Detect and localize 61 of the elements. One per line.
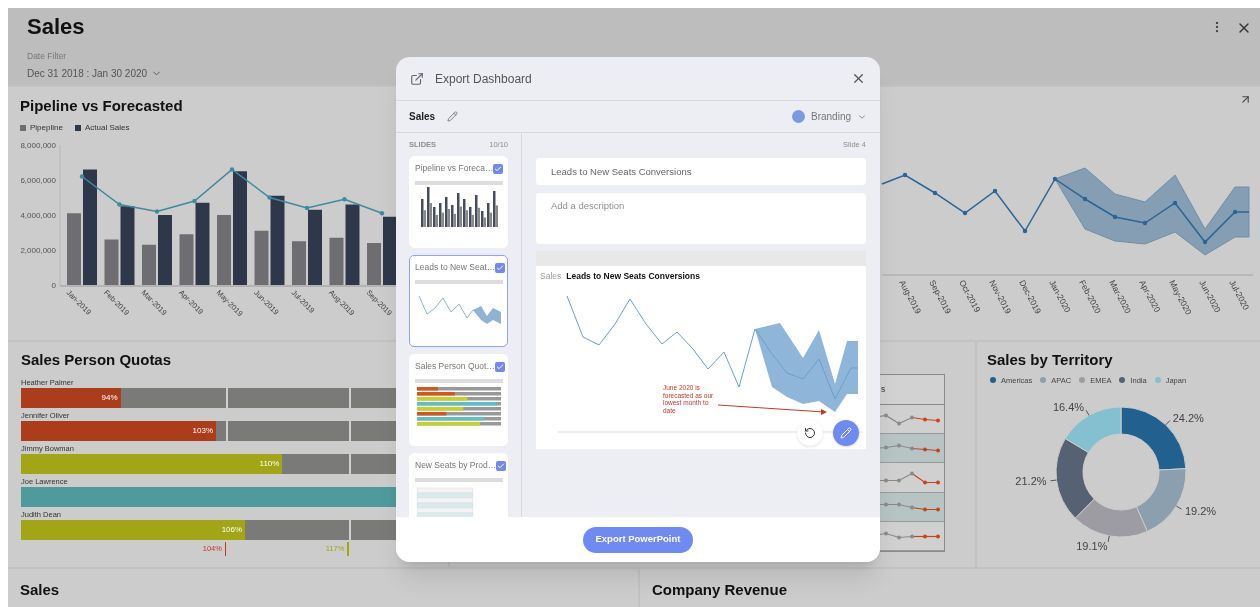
- filter-label: Date Filter: [27, 50, 68, 63]
- preview-dashboard-name: Sales: [540, 270, 562, 283]
- checkbox[interactable]: [494, 361, 505, 372]
- quota-value: 94%: [101, 391, 119, 404]
- quota-value: 103%: [192, 424, 215, 437]
- quota-value: 110%: [259, 457, 281, 470]
- data-label: 19.2%: [1184, 505, 1217, 517]
- slide-title: New Seats by Prod…: [415, 459, 497, 472]
- slide-title-field[interactable]: Leads to New Seats Conversions: [536, 158, 866, 186]
- slide-title: Sales Person Quot…: [415, 360, 495, 373]
- bar: [292, 240, 306, 285]
- edit-button[interactable]: [833, 420, 859, 447]
- legend-swatch: [20, 124, 26, 131]
- data-label: 16.4%: [1052, 400, 1085, 413]
- legend-label: Pipepline: [30, 121, 63, 134]
- legend-swatch: [74, 124, 81, 131]
- bar: [158, 214, 172, 285]
- axis-label: 4,000,000: [20, 210, 56, 220]
- slide-card[interactable]: New Seats by Prod…: [409, 453, 508, 517]
- data-label: 21.2%: [1015, 475, 1047, 487]
- dashboard-title: Sales: [27, 14, 86, 40]
- date-filter-dropdown[interactable]: Dec 31 2018 : Jan 30 2020: [27, 65, 163, 81]
- slide-title: Leads to New Seat…: [415, 261, 496, 274]
- checkbox[interactable]: [495, 262, 506, 273]
- reset-button[interactable]: [797, 420, 823, 447]
- bar: [142, 244, 156, 285]
- bar: [217, 214, 231, 285]
- axis-label: 2,000,000: [20, 245, 56, 255]
- data-label: 19.1%: [1076, 539, 1108, 552]
- legend-label: Actual Sales: [84, 121, 130, 134]
- quota-value: 106%: [221, 523, 244, 536]
- panel-title: Sales Person Quotas: [21, 350, 172, 370]
- axis-label: 0: [51, 280, 56, 290]
- bar: [367, 242, 381, 285]
- dashboard-name: Sales: [409, 110, 436, 124]
- branding-dropdown[interactable]: Branding: [791, 109, 867, 124]
- undo-icon: [804, 427, 816, 440]
- preview-title: Leads to New Seats Conversions: [566, 270, 700, 283]
- slide-card[interactable]: Pipeline vs Foreca…: [409, 156, 508, 249]
- panel-title: Company Revenue: [652, 580, 788, 600]
- column-header: s: [881, 383, 886, 396]
- pencil-icon: [840, 427, 852, 440]
- dialog-title: Export Dashboard: [435, 70, 532, 88]
- checkbox[interactable]: [493, 163, 504, 174]
- close-button[interactable]: [851, 71, 866, 86]
- panel-title: Sales: [20, 580, 60, 600]
- data-label: 24.2%: [1172, 411, 1204, 424]
- description-field[interactable]: Add a description: [536, 193, 866, 245]
- checkbox[interactable]: [496, 460, 507, 471]
- close-icon: [851, 71, 866, 86]
- panel-title: Sales by Territory: [987, 350, 1113, 370]
- edit-icon[interactable]: [447, 111, 459, 122]
- export-button[interactable]: Export PowerPoint: [583, 526, 693, 553]
- slide-title: Pipeline vs Foreca…: [415, 162, 494, 175]
- slide-card[interactable]: Leads to New Seat…: [409, 255, 508, 348]
- expand-icon[interactable]: [1239, 93, 1252, 106]
- slide-card[interactable]: Sales Person Quot…: [409, 354, 508, 447]
- axis-label: 8,000,000: [20, 140, 56, 150]
- axis-label: 6,000,000: [20, 175, 56, 185]
- export-icon: [410, 71, 424, 86]
- panel-title: Pipeline vs Forecasted: [20, 96, 183, 116]
